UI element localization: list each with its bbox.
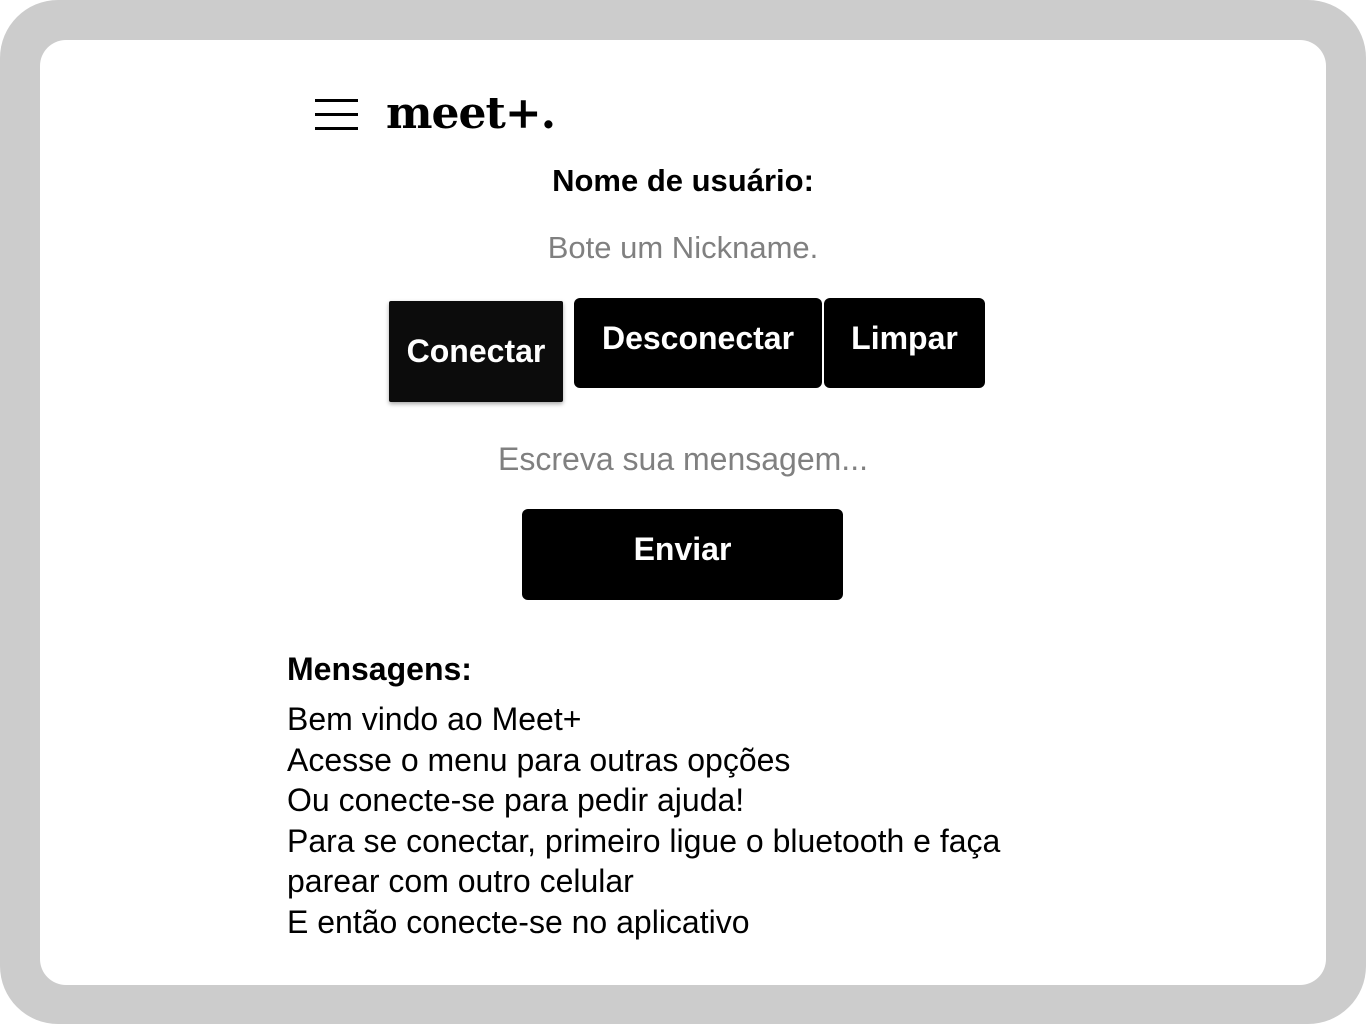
send-button[interactable]: Enviar <box>522 509 843 600</box>
message-line: Ou conecte-se para pedir ajuda! <box>287 782 745 818</box>
message-line: Para se conectar, primeiro ligue o bluet… <box>287 822 1001 900</box>
app-logo: meet+. <box>386 88 556 139</box>
connect-button[interactable]: Conectar <box>389 301 563 402</box>
username-label: Nome de usuário: <box>552 163 814 198</box>
message-line: Acesse o menu para outras opções <box>287 741 791 778</box>
clear-button[interactable]: Limpar <box>824 298 985 388</box>
messages-title: Mensagens: <box>287 651 472 687</box>
nickname-input[interactable] <box>433 224 933 272</box>
disconnect-button[interactable]: Desconectar <box>574 298 822 388</box>
message-input[interactable] <box>383 435 983 483</box>
message-line: E então conecte-se no aplicativo <box>287 903 750 940</box>
messages-list: Bem vindo ao Meet+ Acesse o menu para ou… <box>287 699 1067 942</box>
message-line: Bem vindo ao Meet+ <box>287 701 582 737</box>
hamburger-menu-icon[interactable] <box>315 99 359 131</box>
